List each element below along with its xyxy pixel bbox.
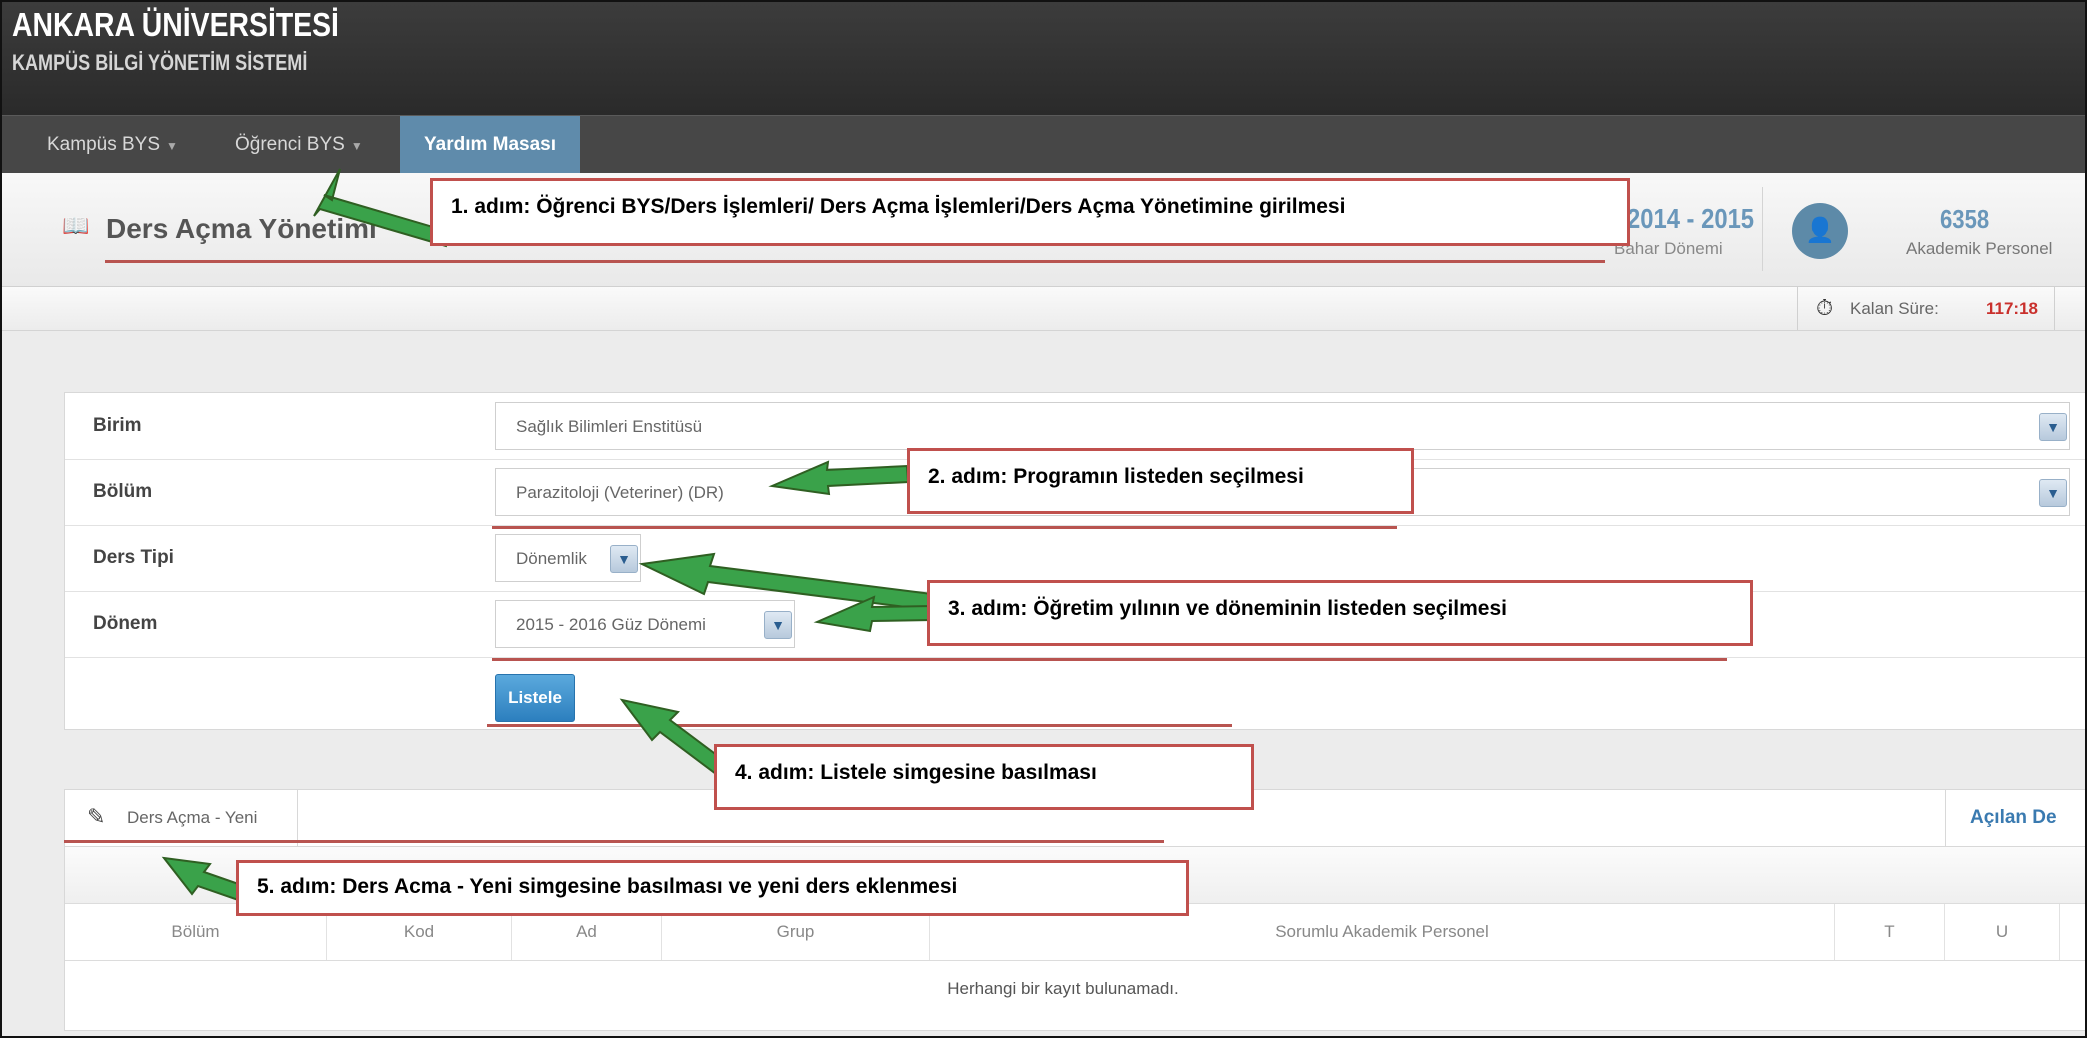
screenshot-frame: ANKARA ÜNİVERSİTESİ KAMPÜS BİLGİ YÖNETİM… bbox=[0, 0, 2087, 1038]
annotation-step-3: 3. adım: Öğretim yılının ve döneminin li… bbox=[927, 580, 1753, 646]
annotation-step-4: 4. adım: Listele simgesine basılması bbox=[714, 744, 1254, 810]
annotation-arrow-icon bbox=[638, 552, 934, 612]
annotation-step-5: 5. adım: Ders Acma - Yeni simgesine bası… bbox=[236, 860, 1189, 916]
annotation-arrow-icon bbox=[768, 460, 910, 496]
annotation-step-2: 2. adım: Programın listeden seçilmesi bbox=[907, 448, 1414, 514]
annotation-step-1: 1. adım: Öğrenci BYS/Ders İşlemleri/ Der… bbox=[430, 178, 1630, 246]
